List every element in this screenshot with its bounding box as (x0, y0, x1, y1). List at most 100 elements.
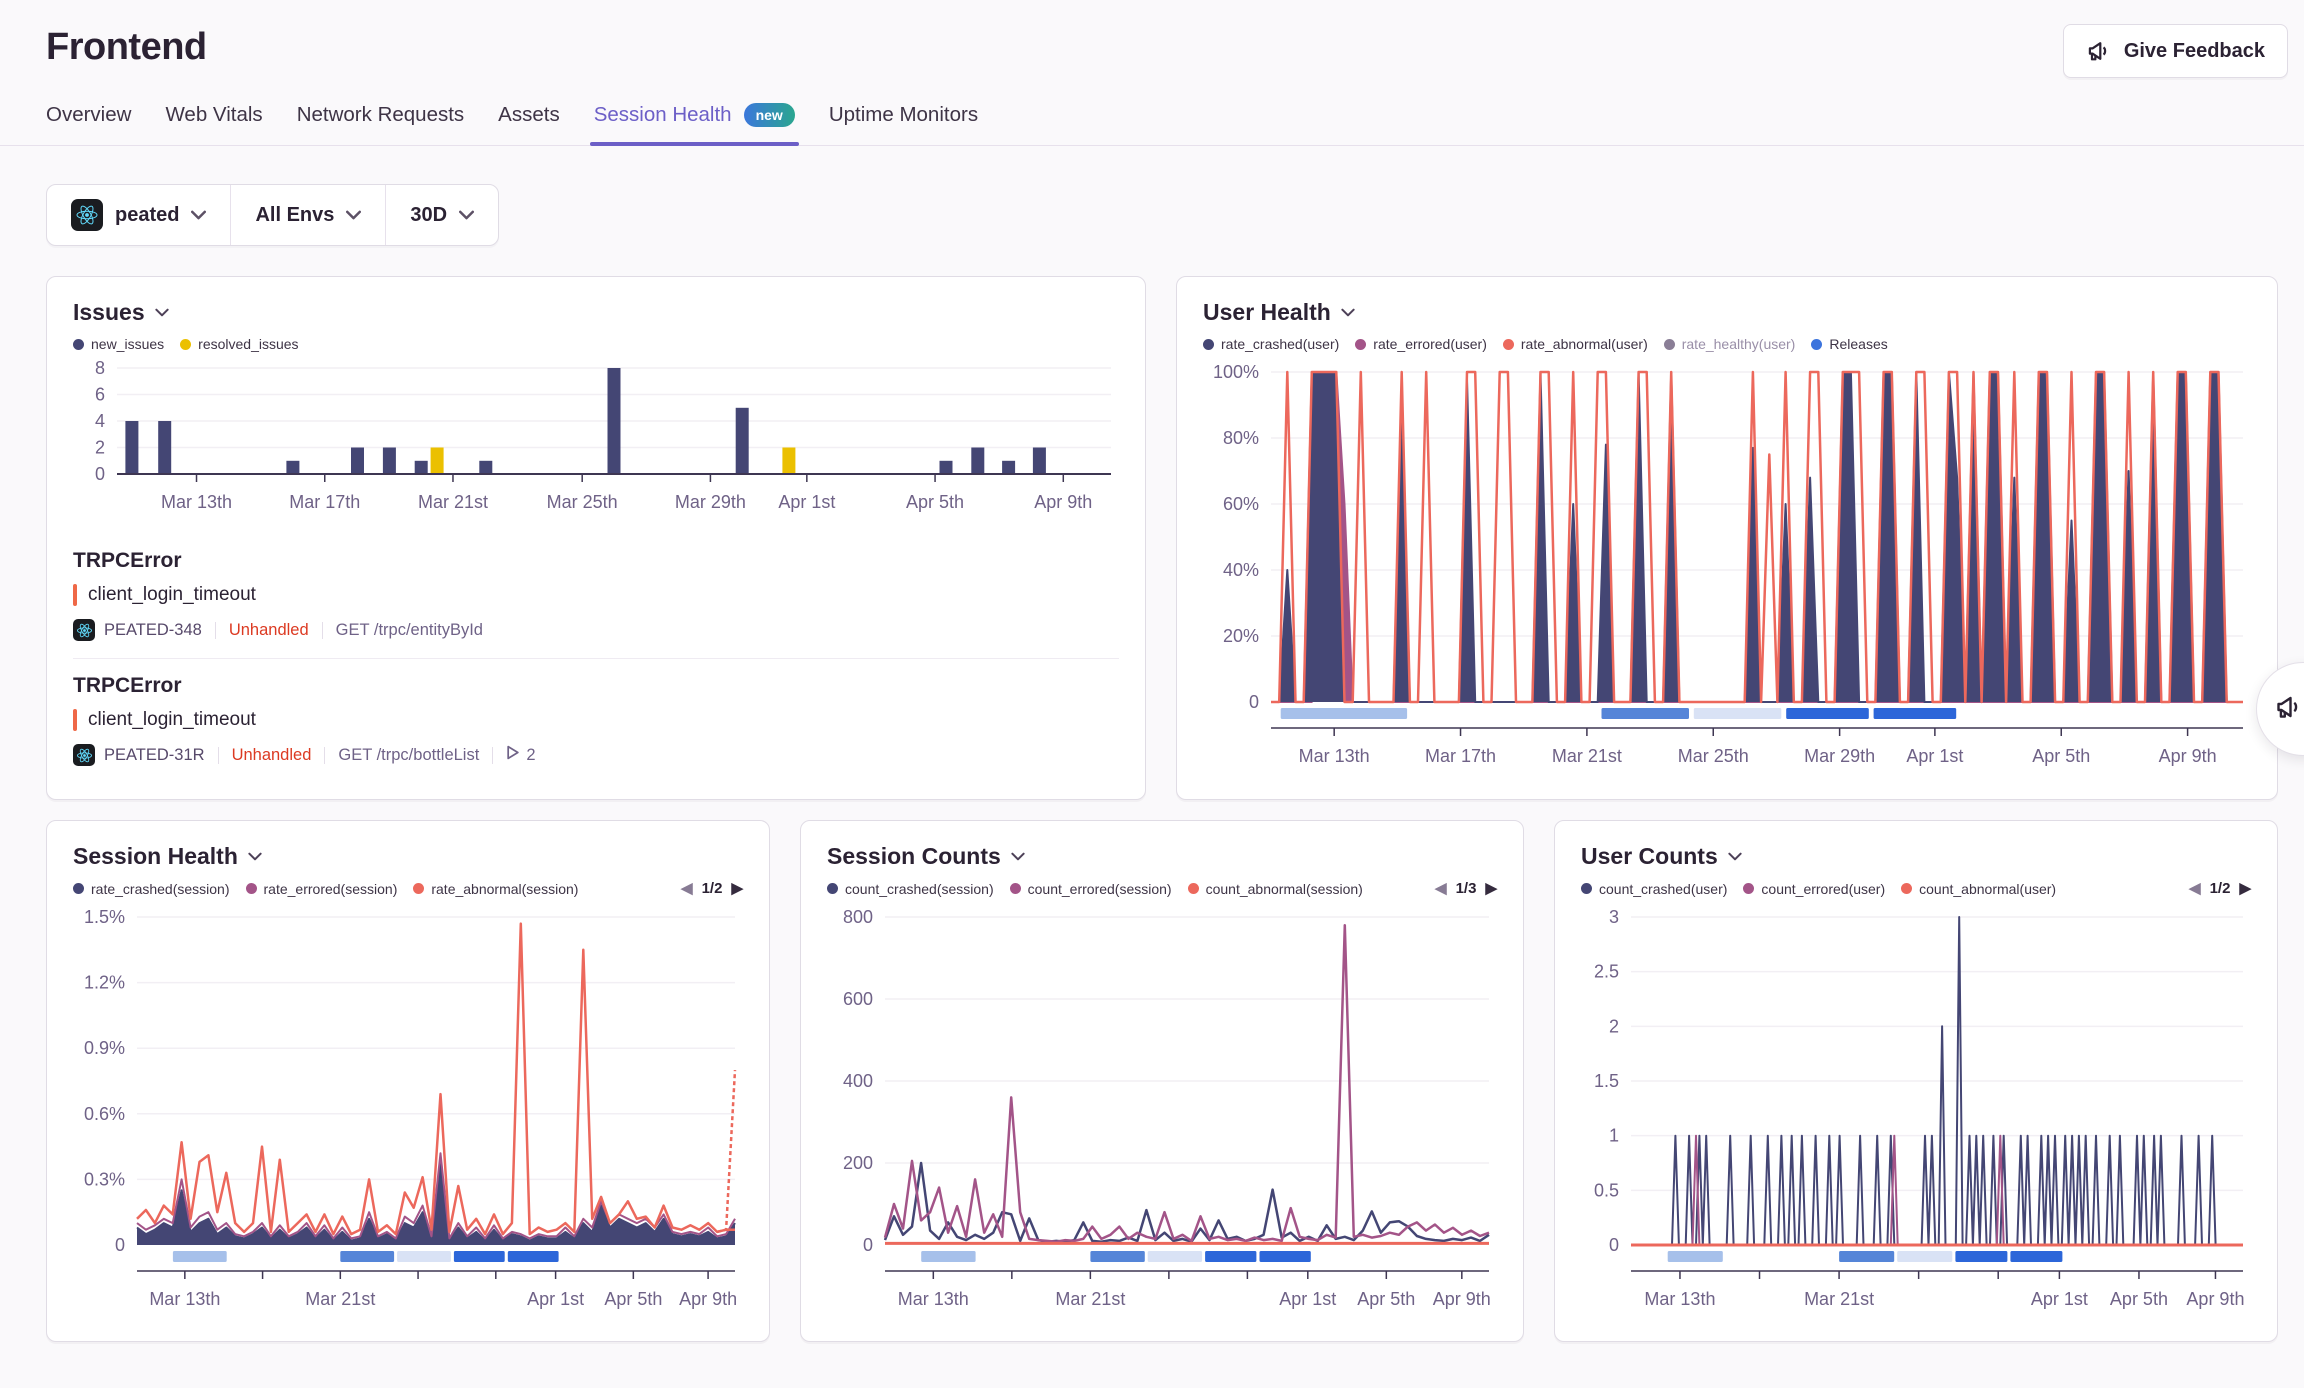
legend-label: count_crashed(user) (1599, 881, 1727, 897)
legend-dot (1203, 339, 1214, 350)
tab-overview[interactable]: Overview (46, 103, 131, 145)
legend-label: resolved_issues (198, 336, 298, 352)
environment-selector-label: All Envs (255, 204, 334, 227)
divider (218, 747, 219, 764)
legend-prev-button[interactable]: ◀ (2189, 881, 2201, 896)
project-selector[interactable]: peated (47, 185, 230, 245)
svg-text:Apr 5th: Apr 5th (2110, 1289, 2168, 1309)
issues-bar-chart[interactable]: 86420Mar 13thMar 17thMar 21stMar 25thMar… (73, 356, 1119, 532)
legend-item-count-abnormal-user[interactable]: count_abnormal(user) (1901, 881, 2056, 897)
tab-assets[interactable]: Assets (498, 103, 560, 145)
legend-item-count-crashed-user[interactable]: count_crashed(user) (1581, 881, 1727, 897)
svg-text:6: 6 (95, 385, 105, 405)
svg-text:1.5: 1.5 (1594, 1071, 1619, 1091)
issue-status-unhandled: Unhandled (229, 621, 309, 640)
legend-label: count_abnormal(session) (1206, 881, 1363, 897)
legend-item-count-crashed-session[interactable]: count_crashed(session) (827, 881, 994, 897)
svg-text:Apr 5th: Apr 5th (2032, 746, 2090, 766)
legend-item-resolved-issues[interactable]: resolved_issues (180, 336, 298, 352)
svg-text:8: 8 (95, 358, 105, 378)
chevron-down-icon[interactable] (1728, 852, 1742, 861)
svg-text:2: 2 (1609, 1016, 1619, 1036)
legend-item-rate-healthy-user[interactable]: rate_healthy(user) (1664, 336, 1796, 352)
tab-network-requests[interactable]: Network Requests (297, 103, 464, 145)
user-counts-legend: count_crashed(user) count_errored(user) … (1581, 880, 2251, 897)
play-icon (506, 745, 520, 765)
svg-text:Mar 21st: Mar 21st (1552, 746, 1622, 766)
legend-dot (1503, 339, 1514, 350)
legend-item-rate-abnormal-session[interactable]: rate_abnormal(session) (413, 881, 578, 897)
chevron-down-icon[interactable] (155, 308, 169, 317)
svg-text:0.5: 0.5 (1594, 1180, 1619, 1200)
svg-text:Apr 5th: Apr 5th (1357, 1289, 1415, 1309)
legend-item-rate-errored-user[interactable]: rate_errored(user) (1355, 336, 1487, 352)
svg-text:0.9%: 0.9% (84, 1038, 125, 1058)
svg-text:Apr 9th: Apr 9th (2159, 746, 2217, 766)
user-health-panel: User Health rate_crashed(user) rate_erro… (1176, 276, 2278, 800)
legend-item-count-errored-session[interactable]: count_errored(session) (1010, 881, 1172, 897)
issue-title[interactable]: TRPCError (73, 549, 1119, 573)
legend-label: rate_crashed(user) (1221, 336, 1339, 352)
legend-item-releases[interactable]: Releases (1811, 336, 1887, 352)
divider (215, 622, 216, 639)
issue-title[interactable]: TRPCError (73, 674, 1119, 698)
chevron-down-icon[interactable] (1341, 308, 1355, 317)
session-health-panel-title: Session Health (73, 843, 238, 870)
svg-text:40%: 40% (1223, 560, 1259, 580)
date-range-selector[interactable]: 30D (385, 185, 498, 245)
legend-label: count_crashed(session) (845, 881, 994, 897)
legend-dot (413, 883, 424, 894)
session-counts-chart[interactable]: 8006004002000Mar 13thMar 21stApr 1stApr … (827, 905, 1497, 1315)
page-title: Frontend (46, 26, 2258, 69)
legend-item-count-abnormal-session[interactable]: count_abnormal(session) (1188, 881, 1363, 897)
legend-item-rate-crashed-user[interactable]: rate_crashed(user) (1203, 336, 1339, 352)
svg-text:4: 4 (95, 411, 105, 431)
legend-label: rate_healthy(user) (1682, 336, 1796, 352)
issue-row[interactable]: TRPCError client_login_timeout PEATED-31… (73, 658, 1119, 783)
legend-item-count-errored-user[interactable]: count_errored(user) (1743, 881, 1885, 897)
legend-dot (1581, 883, 1592, 894)
severity-bar (73, 584, 77, 606)
legend-label: Releases (1829, 336, 1887, 352)
legend-next-button[interactable]: ▶ (2239, 881, 2251, 896)
legend-dot (1188, 883, 1199, 894)
legend-next-button[interactable]: ▶ (1485, 881, 1497, 896)
legend-next-button[interactable]: ▶ (731, 881, 743, 896)
tab-uptime-monitors[interactable]: Uptime Monitors (829, 103, 978, 145)
user-counts-chart[interactable]: 32.521.510.50Mar 13thMar 21stApr 1stApr … (1581, 905, 2251, 1315)
svg-text:Apr 1st: Apr 1st (1279, 1289, 1336, 1309)
legend-label: count_errored(session) (1028, 881, 1172, 897)
svg-text:Mar 21st: Mar 21st (418, 492, 488, 512)
user-health-legend: rate_crashed(user) rate_errored(user) ra… (1203, 336, 2251, 352)
give-feedback-button[interactable]: Give Feedback (2063, 24, 2288, 78)
svg-text:Mar 13th: Mar 13th (898, 1289, 969, 1309)
legend-item-rate-abnormal-user[interactable]: rate_abnormal(user) (1503, 336, 1648, 352)
tab-web-vitals[interactable]: Web Vitals (165, 103, 262, 145)
divider (492, 747, 493, 764)
svg-text:1.5%: 1.5% (84, 907, 125, 927)
legend-item-rate-errored-session[interactable]: rate_errored(session) (246, 881, 398, 897)
issue-transaction: GET /trpc/bottleList (338, 746, 479, 765)
session-health-chart[interactable]: 1.5%1.2%0.9%0.6%0.3%0Mar 13thMar 21stApr… (73, 905, 743, 1315)
svg-text:100%: 100% (1213, 362, 1259, 382)
svg-text:20%: 20% (1223, 626, 1259, 646)
legend-prev-button[interactable]: ◀ (681, 881, 693, 896)
issue-row[interactable]: TRPCError client_login_timeout PEATED-34… (73, 534, 1119, 658)
svg-text:3: 3 (1609, 907, 1619, 927)
legend-dot (1743, 883, 1754, 894)
chevron-down-icon[interactable] (1011, 852, 1025, 861)
svg-text:0: 0 (1249, 692, 1259, 712)
tab-session-health[interactable]: Session Health new (594, 103, 795, 145)
user-health-chart[interactable]: 100%80%60%40%20%0Mar 13thMar 17thMar 21s… (1203, 360, 2251, 772)
issue-culprit: client_login_timeout (88, 584, 256, 606)
legend-item-rate-crashed-session[interactable]: rate_crashed(session) (73, 881, 230, 897)
chevron-down-icon[interactable] (248, 852, 262, 861)
environment-selector[interactable]: All Envs (230, 185, 385, 245)
legend-page-indicator: 1/2 (2210, 880, 2231, 897)
svg-text:Apr 1st: Apr 1st (2031, 1289, 2088, 1309)
charts-row-2: Session Health rate_crashed(session) rat… (46, 820, 2278, 1342)
svg-text:Mar 13th: Mar 13th (161, 492, 232, 512)
legend-pager: ◀ 1/2 ▶ (2189, 880, 2251, 897)
legend-item-new-issues[interactable]: new_issues (73, 336, 164, 352)
legend-prev-button[interactable]: ◀ (1435, 881, 1447, 896)
